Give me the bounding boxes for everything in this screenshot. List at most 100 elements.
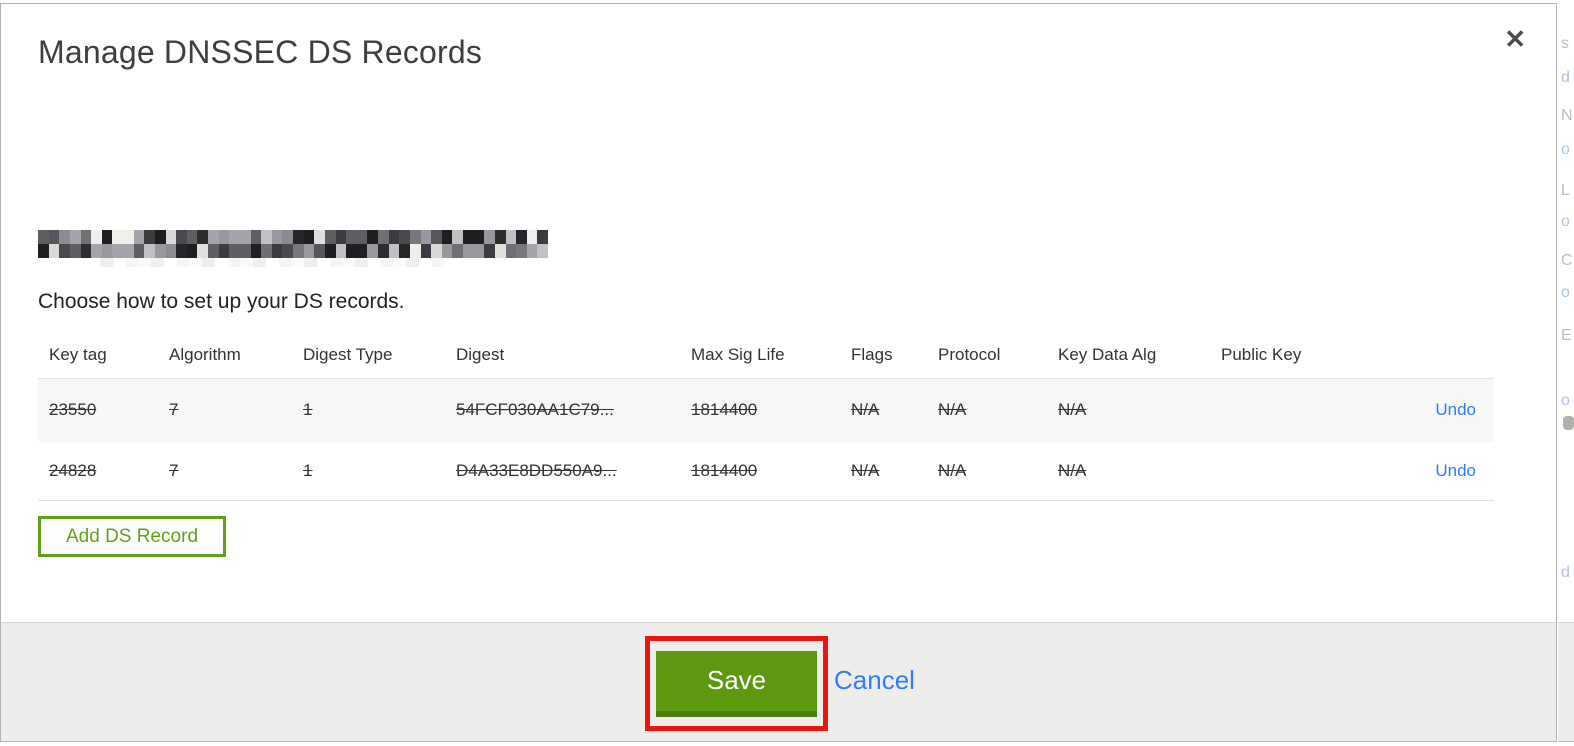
redaction-block <box>473 230 485 244</box>
cell-value: 1814400 <box>691 400 758 420</box>
cell-value: 1 <box>303 460 313 480</box>
redaction-block <box>189 258 202 267</box>
column-header: Digest <box>445 332 680 379</box>
scrollbar-thumb[interactable] <box>1563 416 1574 430</box>
undo-link[interactable]: Undo <box>1435 461 1476 480</box>
redaction-block <box>335 244 347 258</box>
redaction-block <box>473 244 485 258</box>
background-text-fragment: o <box>1561 284 1570 301</box>
redaction-block <box>420 230 432 244</box>
redaction-block <box>399 230 410 244</box>
redaction-block <box>441 244 453 258</box>
redaction-block <box>406 258 419 267</box>
add-ds-record-button[interactable]: Add DS Record <box>38 516 227 557</box>
redaction-block <box>537 244 548 258</box>
redaction-block <box>346 244 357 258</box>
background-text-fragment: C <box>1561 252 1573 269</box>
ds-table-body: 23550 7 1 54FCF030AA1C79... 1814400 N/A N/A N/A… <box>38 378 1494 501</box>
screen: Manage DNSSEC DS Records ✕ Choose how to… <box>0 0 1574 746</box>
column-header: Algorithm <box>158 332 292 379</box>
redaction-block <box>380 258 394 267</box>
redaction-block <box>505 230 517 244</box>
cell-value: N/A <box>1058 400 1087 420</box>
background-text-fragment: d <box>1561 564 1570 581</box>
redaction-block <box>484 244 495 258</box>
redaction-block <box>516 230 527 244</box>
redaction-block <box>291 258 304 267</box>
table-row: 23550 7 1 54FCF030AA1C79... 1814400 N/A N/A N/A… <box>38 378 1494 442</box>
modal-footer: Save Cancel <box>1 622 1556 741</box>
redaction-block <box>240 258 253 267</box>
redaction-block <box>227 258 241 267</box>
redaction-block <box>316 258 330 267</box>
redaction-block <box>303 244 315 258</box>
cell-value: 24828 <box>49 460 97 480</box>
column-header: Digest Type <box>292 332 445 379</box>
background-text-fragment: o <box>1561 141 1570 158</box>
cell-value: 23550 <box>49 400 97 420</box>
cell-value: 1 <box>303 400 313 420</box>
dnssec-modal: Manage DNSSEC DS Records ✕ Choose how to… <box>0 3 1557 742</box>
redaction-block <box>208 230 219 244</box>
redaction-block <box>186 244 198 258</box>
redaction-block <box>526 230 538 244</box>
redaction-block <box>214 258 228 267</box>
redaction-block <box>261 244 272 258</box>
redaction-block <box>367 244 378 258</box>
column-header: Max Sig Life <box>680 332 840 379</box>
redaction-block <box>304 258 317 267</box>
save-button[interactable]: Save <box>656 650 817 717</box>
redaction-block <box>48 230 60 244</box>
redaction-block <box>452 230 463 244</box>
redaction-block <box>154 230 166 244</box>
redaction-row <box>38 230 548 244</box>
redaction-block <box>265 258 279 267</box>
redaction-block <box>314 230 325 244</box>
redaction-block <box>355 258 368 267</box>
redaction-block <box>202 258 215 267</box>
column-header: Key Data Alg <box>1047 332 1210 379</box>
cell-value: N/A <box>938 400 967 420</box>
annotation-highlight-box: Save <box>645 636 828 731</box>
redaction-block <box>80 244 92 258</box>
redaction-block <box>163 258 177 267</box>
redaction-block <box>38 244 49 258</box>
cell-value: N/A <box>1058 460 1087 480</box>
redaction-block <box>69 230 81 244</box>
column-header: Flags <box>840 332 927 379</box>
ds-records-table: Key tag Algorithm Digest Type Digest Max Sig… <box>38 332 1494 501</box>
redaction-block <box>431 244 442 258</box>
redaction-block <box>271 244 283 258</box>
redaction-block <box>516 244 527 258</box>
redaction-block <box>186 230 198 244</box>
redaction-block <box>197 244 208 258</box>
column-header-actions <box>1414 332 1494 379</box>
redaction-block <box>138 258 151 267</box>
redaction-block <box>151 258 164 267</box>
redaction-block <box>356 244 368 258</box>
redaction-block <box>356 230 368 244</box>
background-footer-sliver <box>1558 622 1574 742</box>
redaction-block <box>91 230 102 244</box>
redaction-block <box>537 230 548 244</box>
undo-link[interactable]: Undo <box>1435 400 1476 419</box>
background-text-fragment: N <box>1561 107 1573 124</box>
instruction-text: Choose how to set up your DS records. <box>38 290 405 313</box>
redaction-block <box>144 230 155 244</box>
redaction-block <box>176 230 187 244</box>
redaction-block <box>441 230 453 244</box>
redaction-block <box>463 244 474 258</box>
redaction-block <box>378 230 389 244</box>
redaction-block <box>282 230 293 244</box>
cell-value: 7 <box>169 460 179 480</box>
redaction-block <box>342 258 355 267</box>
table-row: 24828 7 1 D4A33E8DD550A9... 1814400 N/A N/A N/A… <box>38 442 1494 501</box>
redaction-block <box>133 230 145 244</box>
cell-value: 54FCF030AA1C79... <box>456 400 614 420</box>
cancel-link[interactable]: Cancel <box>834 665 915 696</box>
redaction-block <box>123 244 134 258</box>
column-header: Key tag <box>38 332 158 379</box>
redaction-block <box>526 244 538 258</box>
redaction-block <box>59 244 70 258</box>
close-icon[interactable]: ✕ <box>1504 26 1526 52</box>
